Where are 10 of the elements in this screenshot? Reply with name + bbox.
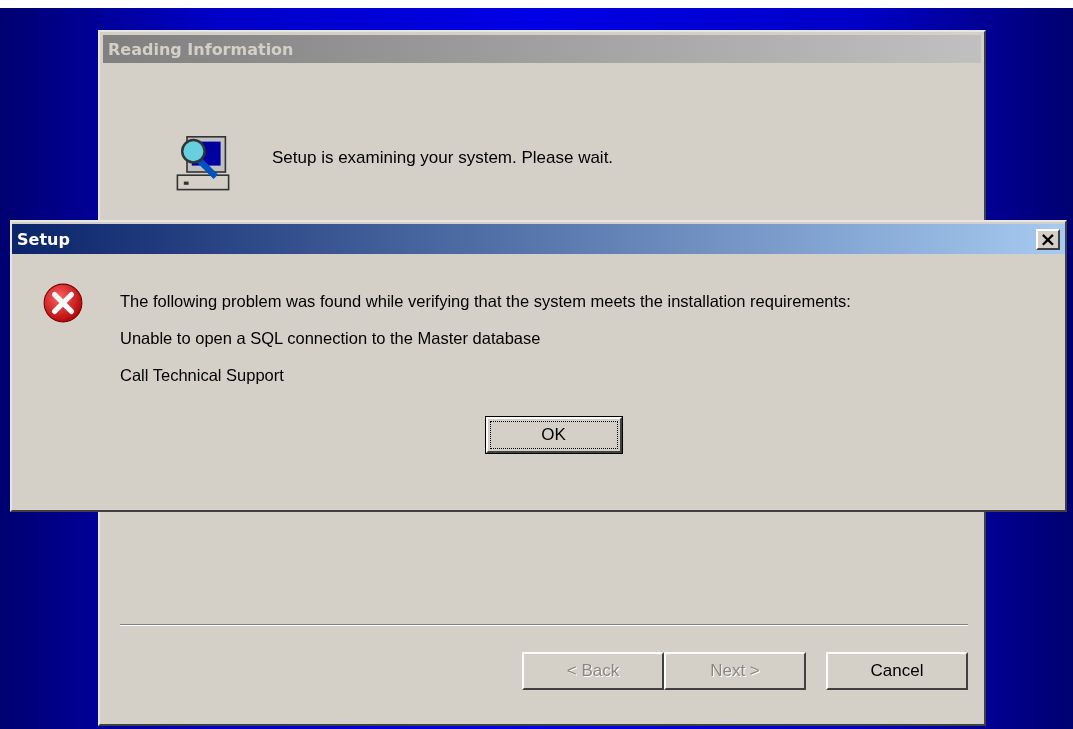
ok-button[interactable]: OK [485, 417, 622, 453]
dialog-message: The following problem was found while verifying that the system meets the installation requirements: [120, 292, 851, 311]
dialog-message: Unable to open a SQL connection to the Master database [120, 329, 542, 348]
dialog-message: Call Technical Support [120, 366, 285, 385]
close-button[interactable]: × [1036, 228, 1060, 250]
wizard-button[interactable]: Cancel [826, 652, 968, 690]
window-title: Reading Information [108, 39, 294, 59]
status-message: Setup is examining your system. Please wait. [272, 148, 614, 168]
dialog-title: Setup [17, 229, 70, 249]
error-icon [42, 282, 84, 324]
